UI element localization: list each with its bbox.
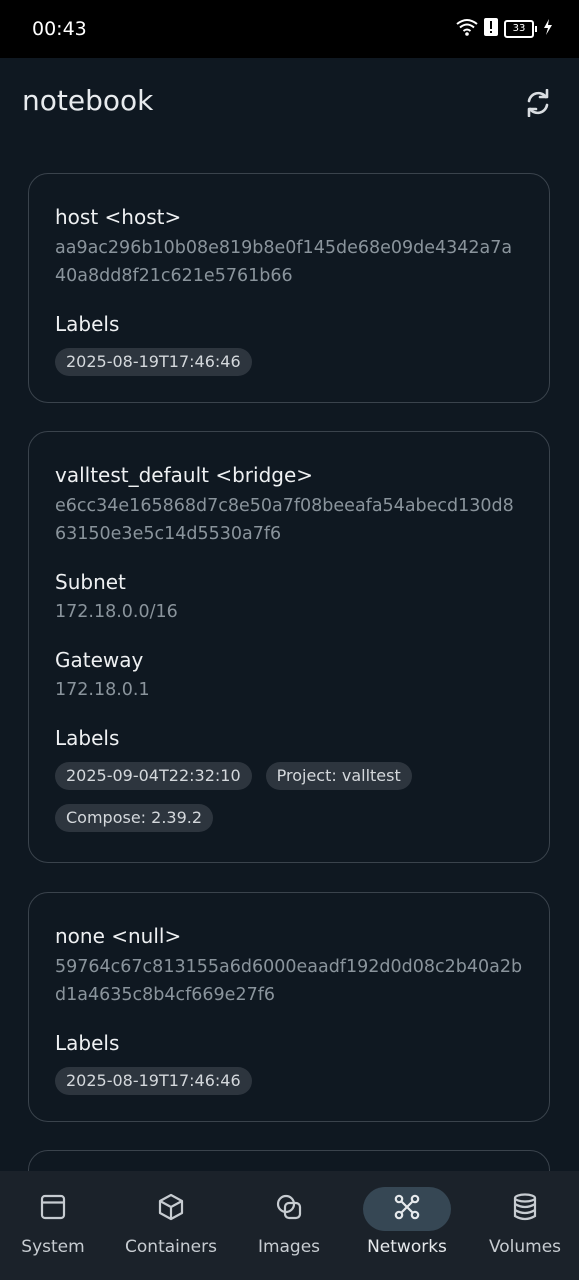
network-title: valltest_default <bridge> bbox=[55, 463, 314, 487]
nav-item-images[interactable]: Images bbox=[231, 1187, 347, 1267]
gateway-heading: Gateway bbox=[55, 648, 144, 672]
network-card-none[interactable]: none <null> 59764c67c813155a6d6000eaadf1… bbox=[28, 892, 550, 1122]
cube-icon bbox=[158, 1193, 184, 1225]
nav-item-volumes[interactable]: Volumes bbox=[467, 1187, 579, 1267]
labels-heading: Labels bbox=[55, 726, 120, 750]
nav-label: Volumes bbox=[488, 1237, 562, 1257]
label-chips: 2025-08-19T17:46:46 bbox=[55, 348, 523, 376]
label-chips: 2025-09-04T22:32:10 Project: valltest Co… bbox=[55, 762, 523, 832]
network-title: none <null> bbox=[55, 924, 182, 948]
status-bar: 00:43 33 bbox=[0, 0, 579, 58]
subnet-value: 172.18.0.0/16 bbox=[55, 602, 178, 622]
subnet-heading: Subnet bbox=[55, 570, 126, 594]
gateway-value: 172.18.0.1 bbox=[55, 680, 150, 700]
status-time: 00:43 bbox=[32, 18, 87, 40]
nav-item-system[interactable]: System bbox=[0, 1187, 111, 1267]
nav-item-containers[interactable]: Containers bbox=[113, 1187, 229, 1267]
nav-label: Containers bbox=[125, 1237, 217, 1257]
battery-level: 33 bbox=[504, 20, 534, 38]
label-chip: Compose: 2.39.2 bbox=[55, 804, 214, 832]
nav-label: System bbox=[21, 1237, 85, 1257]
nav-label: Networks bbox=[367, 1237, 447, 1257]
charging-icon bbox=[543, 19, 553, 39]
network-id: 59764c67c813155a6d6000eaadf192d0d08c2b40… bbox=[55, 957, 523, 1005]
nav-label: Images bbox=[257, 1237, 321, 1257]
label-chip: Project: valltest bbox=[265, 762, 412, 790]
status-icons: 33 bbox=[456, 17, 553, 41]
label-chip: 2025-08-19T17:46:46 bbox=[55, 1067, 252, 1095]
layers-icon bbox=[275, 1193, 303, 1225]
label-chip: 2025-09-04T22:32:10 bbox=[55, 762, 252, 790]
bottom-navigation: System Containers Images Networks Volume… bbox=[0, 1171, 579, 1280]
battery-icon: 33 bbox=[504, 20, 537, 38]
network-id: aa9ac296b10b08e819b8e0f145de68e09de4342a… bbox=[55, 238, 513, 286]
labels-heading: Labels bbox=[55, 1031, 120, 1055]
app-bar: notebook bbox=[0, 58, 579, 144]
alert-icon bbox=[484, 18, 498, 40]
network-card-host[interactable]: host <host> aa9ac296b10b08e819b8e0f145de… bbox=[28, 173, 550, 403]
labels-heading: Labels bbox=[55, 312, 120, 336]
refresh-button[interactable] bbox=[517, 84, 559, 126]
database-icon bbox=[512, 1193, 538, 1225]
refresh-icon bbox=[524, 88, 552, 121]
wifi-icon bbox=[456, 18, 478, 40]
network-card-valltest-default[interactable]: valltest_default <bridge> e6cc34e165868d… bbox=[28, 431, 550, 863]
network-id: e6cc34e165868d7c8e50a7f08beeafa54abecd13… bbox=[55, 496, 514, 544]
network-icon bbox=[393, 1193, 421, 1225]
window-icon bbox=[40, 1194, 66, 1224]
nav-item-networks[interactable]: Networks bbox=[349, 1187, 465, 1267]
page-title: notebook bbox=[22, 84, 154, 117]
label-chips: 2025-08-19T17:46:46 bbox=[55, 1067, 523, 1095]
network-title: host <host> bbox=[55, 205, 182, 229]
label-chip: 2025-08-19T17:46:46 bbox=[55, 348, 252, 376]
